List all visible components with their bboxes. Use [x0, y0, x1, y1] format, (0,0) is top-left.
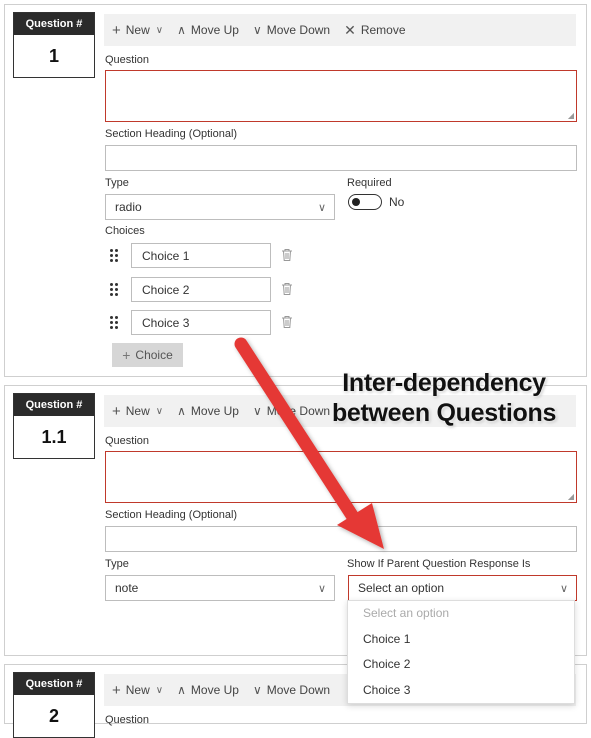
chevron-down-icon: ∨ — [252, 683, 262, 697]
move-down-label: Move Down — [266, 683, 331, 697]
question-number: 2 — [48, 706, 59, 726]
move-up-label: Move Up — [190, 404, 239, 418]
dropdown-option[interactable]: Choice 2 — [348, 652, 574, 678]
move-down-button[interactable]: ∨ Move Down — [253, 23, 330, 37]
required-value: No — [389, 195, 405, 209]
question-number-box: Question # 1.1 — [13, 393, 95, 459]
trash-icon[interactable] — [281, 315, 293, 329]
new-label: New — [125, 23, 150, 37]
question-toolbar: + New ∨ ∧ Move Up ∨ Move Down ✕ Remove — [104, 14, 576, 46]
trash-icon[interactable] — [281, 282, 293, 296]
question-label: Question — [105, 435, 150, 447]
trash-icon[interactable] — [281, 248, 293, 262]
type-label: Type — [105, 177, 129, 189]
annotation-line-2: between Questions — [331, 399, 557, 427]
section-heading-input[interactable] — [105, 526, 577, 552]
move-down-label: Move Down — [266, 23, 331, 37]
show-if-value: Select an option — [358, 581, 445, 595]
new-label: New — [125, 404, 150, 418]
required-toggle[interactable] — [348, 194, 382, 210]
annotation-text: Inter-dependency between Questions — [318, 368, 570, 428]
chevron-down-icon: ∨ — [252, 23, 262, 37]
choice-input[interactable]: Choice 3 — [131, 310, 271, 335]
question-textarea[interactable]: ◢ — [105, 451, 577, 503]
add-choice-label: Choice — [135, 348, 173, 362]
question-textarea[interactable]: ◢ — [105, 70, 577, 122]
dropdown-option[interactable]: Choice 1 — [348, 627, 574, 653]
resize-grip-icon: ◢ — [567, 492, 574, 501]
question-number-header: Question # — [14, 13, 94, 35]
type-select[interactable]: radio ∨ — [105, 194, 335, 220]
choice-input[interactable]: Choice 2 — [131, 277, 271, 302]
drag-handle-icon[interactable] — [110, 316, 120, 330]
chevron-down-icon: ∨ — [155, 405, 164, 417]
new-button[interactable]: + New ∨ — [112, 23, 163, 38]
chevron-down-icon: ∨ — [252, 404, 262, 418]
type-label: Type — [105, 558, 129, 570]
plus-icon: + — [112, 681, 121, 699]
drag-handle-icon[interactable] — [110, 249, 120, 263]
type-select[interactable]: note ∨ — [105, 575, 335, 601]
move-up-label: Move Up — [190, 23, 239, 37]
toggle-knob — [352, 198, 360, 206]
dropdown-option[interactable]: Select an option — [348, 601, 574, 627]
plus-icon: + — [112, 402, 121, 420]
resize-grip-icon: ◢ — [567, 111, 574, 120]
show-if-select[interactable]: Select an option ∨ — [348, 575, 577, 601]
remove-label: Remove — [360, 23, 406, 37]
new-button[interactable]: + New ∨ — [112, 683, 163, 698]
section-heading-label: Section Heading (Optional) — [105, 128, 238, 140]
chevron-up-icon: ∧ — [177, 23, 186, 37]
move-up-button[interactable]: ∧ Move Up — [177, 683, 239, 697]
move-down-button[interactable]: ∨ Move Down — [253, 683, 330, 697]
question-label: Question — [105, 714, 150, 726]
type-value: radio — [115, 200, 142, 214]
chevron-down-icon: ∨ — [317, 583, 326, 595]
chevron-up-icon: ∧ — [177, 683, 186, 697]
dropdown-option[interactable]: Choice 3 — [348, 678, 574, 704]
section-heading-input[interactable] — [105, 145, 577, 171]
type-value: note — [115, 581, 139, 595]
question-number-header: Question # — [14, 673, 94, 695]
chevron-up-icon: ∧ — [177, 404, 186, 418]
close-icon: ✕ — [344, 22, 356, 38]
move-up-label: Move Up — [190, 683, 239, 697]
show-if-label: Show If Parent Question Response Is — [347, 558, 531, 570]
question-number-box: Question # 2 — [13, 672, 95, 738]
chevron-down-icon: ∨ — [559, 583, 568, 595]
choices-label: Choices — [105, 225, 145, 237]
question-number-box: Question # 1 — [13, 12, 95, 78]
move-up-button[interactable]: ∧ Move Up — [177, 23, 239, 37]
remove-button[interactable]: ✕ Remove — [344, 23, 405, 37]
drag-handle-icon[interactable] — [110, 283, 120, 297]
new-button[interactable]: + New ∨ — [112, 404, 163, 419]
new-label: New — [125, 683, 150, 697]
chevron-down-icon: ∨ — [155, 24, 164, 36]
question-label: Question — [105, 54, 150, 66]
choice-input[interactable]: Choice 1 — [131, 243, 271, 268]
move-up-button[interactable]: ∧ Move Up — [177, 404, 239, 418]
plus-icon: + — [112, 21, 121, 39]
question-card-1: Question # 1 + New ∨ ∧ Move Up ∨ Move Do… — [4, 4, 587, 377]
chevron-down-icon: ∨ — [155, 684, 164, 696]
question-number-header: Question # — [14, 394, 94, 416]
add-choice-button[interactable]: + Choice — [112, 343, 183, 367]
question-number: 1 — [48, 46, 59, 66]
required-label: Required — [347, 177, 392, 189]
plus-icon: + — [122, 347, 131, 363]
chevron-down-icon: ∨ — [317, 202, 326, 214]
show-if-dropdown-menu: Select an option Choice 1 Choice 2 Choic… — [347, 600, 575, 704]
question-number: 1.1 — [41, 427, 67, 447]
section-heading-label: Section Heading (Optional) — [105, 509, 238, 521]
annotation-line-1: Inter-dependency — [342, 369, 546, 397]
